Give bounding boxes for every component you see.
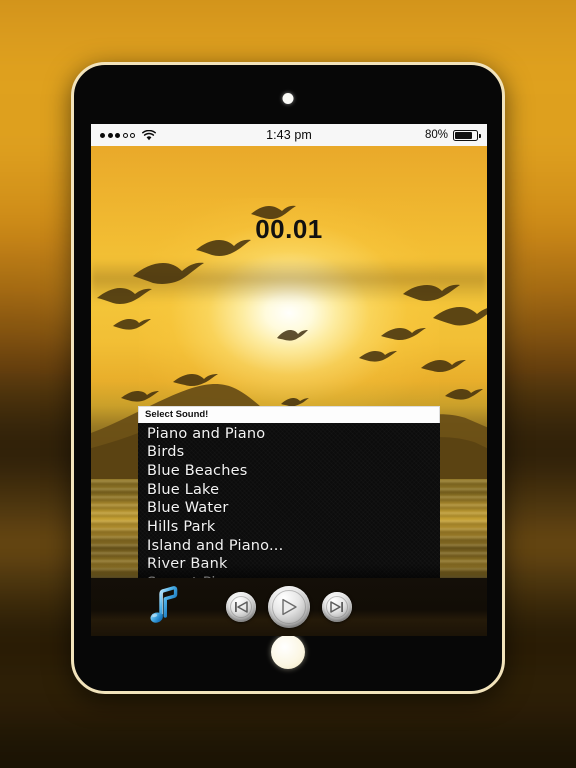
list-item[interactable]: Birds [138, 443, 440, 462]
next-button[interactable] [322, 592, 352, 622]
list-item[interactable]: Hills Park [138, 518, 440, 537]
list-item[interactable]: Island and Piano... [138, 537, 440, 556]
list-item[interactable]: Blue Water [138, 499, 440, 518]
player-control-bar [91, 578, 487, 636]
sunset-photo: 00.01 Select Sound! Piano and Piano Bird… [91, 146, 487, 636]
list-item[interactable]: Blue Beaches [138, 462, 440, 481]
timer-display: 00.01 [255, 214, 323, 244]
tablet-device: 1:43 pm 80% 00.01 Select Sound! Piano an… [71, 62, 505, 694]
status-bar-clock: 1:43 pm [266, 128, 312, 142]
list-item[interactable]: Blue Lake [138, 481, 440, 500]
front-camera-icon [282, 93, 294, 104]
list-item[interactable]: Piano and Piano [138, 425, 440, 444]
sound-picker-title: Select Sound! [138, 406, 440, 423]
battery-icon [453, 129, 481, 141]
play-button[interactable] [268, 586, 310, 628]
status-bar: 1:43 pm 80% [91, 124, 487, 146]
device-screen: 1:43 pm 80% 00.01 Select Sound! Piano an… [91, 124, 487, 636]
bottom-fade [91, 564, 487, 578]
transport-controls [226, 586, 352, 628]
previous-button[interactable] [226, 592, 256, 622]
home-button[interactable] [271, 635, 305, 669]
music-note-icon[interactable] [146, 586, 180, 626]
